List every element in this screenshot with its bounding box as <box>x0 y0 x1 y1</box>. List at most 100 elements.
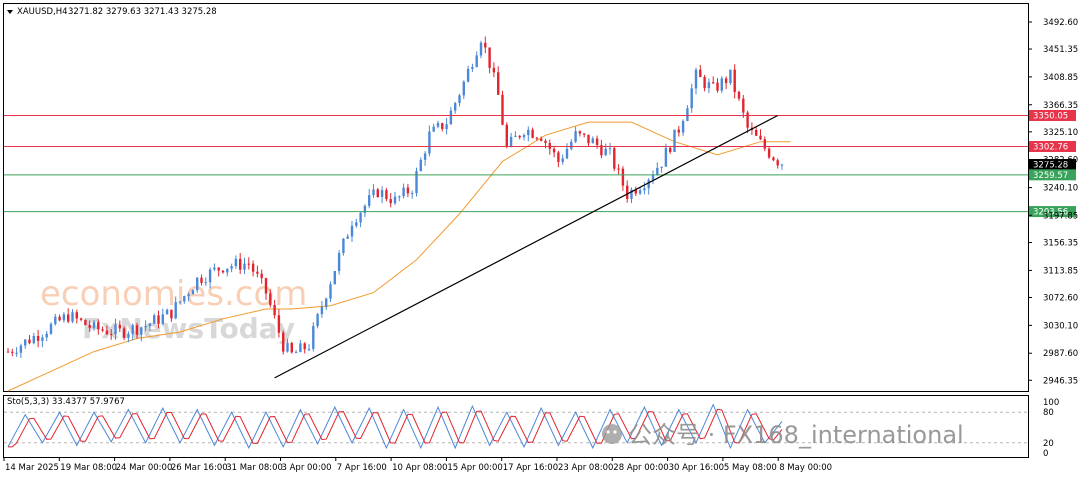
candle-up <box>325 298 328 307</box>
candle-down <box>389 199 392 204</box>
candle-down <box>544 140 547 144</box>
candle-down <box>742 98 745 113</box>
candle-up <box>591 138 594 144</box>
wechat-watermark: 公众号 · FX168_international <box>602 421 964 449</box>
candle-up <box>436 123 440 127</box>
candle-up <box>454 102 457 111</box>
candle-down <box>587 134 590 144</box>
price-tick-label: 3366.35 <box>1043 101 1078 111</box>
price-tick-label: 3451.35 <box>1043 45 1078 55</box>
candle-down <box>518 135 521 138</box>
candle-down <box>101 329 104 331</box>
candle-up <box>664 147 668 167</box>
candle-up <box>643 188 646 191</box>
candle-down <box>492 67 496 73</box>
candle-up <box>286 342 289 352</box>
price-tick-label: 3113.85 <box>1043 266 1078 276</box>
candle-down <box>535 137 539 139</box>
candle-up <box>45 333 48 338</box>
candle-up <box>393 196 397 204</box>
candle-up <box>342 238 345 254</box>
candle-down <box>6 351 10 353</box>
candle-up <box>445 124 448 130</box>
candle-up <box>428 131 431 154</box>
stoch-tick-label: 100 <box>1043 398 1059 408</box>
candle-up <box>41 337 44 341</box>
time-tick-label: 5 May 08:00 <box>724 463 777 473</box>
candle-down <box>36 336 40 341</box>
candle-down <box>737 91 741 99</box>
candle-down <box>617 168 620 170</box>
candle-down <box>247 263 250 265</box>
candle-down <box>557 152 560 162</box>
candle-up <box>471 66 474 69</box>
candle-down <box>755 129 758 136</box>
candle-up <box>161 314 164 324</box>
price-tick-label: 3492.60 <box>1043 18 1078 28</box>
candle-up <box>174 302 177 319</box>
candle-down <box>376 189 379 197</box>
time-tick-label: 7 Apr 16:00 <box>337 463 387 473</box>
candle-up <box>707 82 711 89</box>
candle-down <box>118 324 121 329</box>
candle-down <box>11 351 14 353</box>
watermark-account: 公众号 · FX168_international <box>628 421 964 449</box>
candle-down <box>497 72 500 95</box>
stochastic-label: Sto(5,3,3) 33.4377 57.9767 <box>7 397 125 407</box>
candle-down <box>135 325 139 335</box>
candle-up <box>32 336 35 344</box>
watermark-fxnewstoday: FxNewsToday <box>82 312 295 345</box>
candle-down <box>157 315 160 324</box>
candle-down <box>548 143 551 149</box>
candle-down <box>626 185 629 199</box>
candle-down <box>273 304 276 316</box>
price-tick-label: 3282.60 <box>1043 156 1078 166</box>
candle-up <box>299 343 302 353</box>
candle-down <box>97 322 100 330</box>
candle-up <box>213 267 216 270</box>
wechat-icon-eye-left <box>606 430 610 434</box>
price-tick-label: 3240.10 <box>1043 184 1078 194</box>
candle-up <box>651 175 655 180</box>
candle-down <box>767 148 771 158</box>
candle-down <box>724 78 728 84</box>
candle-up <box>411 193 414 195</box>
candle-up <box>681 121 685 133</box>
candle-up <box>458 95 461 103</box>
candle-up <box>230 266 233 269</box>
candle-up <box>647 179 650 189</box>
candle-down <box>303 343 306 350</box>
candle-up <box>462 81 465 96</box>
candle-down <box>746 112 749 128</box>
candle-up <box>144 326 147 328</box>
chart-root: economies.com FxNewsToday 3350.05 3302.76… <box>3 3 1078 473</box>
candle-up <box>312 326 315 349</box>
chart-symbol: XAUUSD,H4 <box>17 7 68 17</box>
candle-up <box>527 129 530 136</box>
candle-up <box>15 352 18 354</box>
candle-down <box>505 124 508 147</box>
price-tick-label: 3325.10 <box>1043 128 1078 138</box>
time-tick-label: 30 Apr 16:00 <box>669 463 724 473</box>
candle-up <box>359 212 362 223</box>
candle-up <box>243 263 246 270</box>
time-tick-label: 24 Mar 00:00 <box>116 463 173 473</box>
price-tick-label: 3197.85 <box>1043 211 1078 221</box>
candle-down <box>282 332 285 352</box>
stoch-tick-label: 80 <box>1043 408 1054 418</box>
candle-down <box>221 270 225 273</box>
candle-up <box>660 166 663 168</box>
candle-down <box>488 47 491 68</box>
candle-up <box>638 190 642 194</box>
candle-up <box>780 164 784 166</box>
candle-down <box>578 131 582 134</box>
candle-down <box>256 271 259 274</box>
candle-up <box>24 339 27 346</box>
candle-up <box>187 294 190 297</box>
time-tick-label: 15 Apr 00:00 <box>447 463 502 473</box>
time-tick-label: 31 Mar 08:00 <box>226 463 283 473</box>
candle-up <box>333 271 336 285</box>
candle-up <box>153 315 156 324</box>
candle-up <box>522 135 526 138</box>
candle-down <box>79 318 83 320</box>
